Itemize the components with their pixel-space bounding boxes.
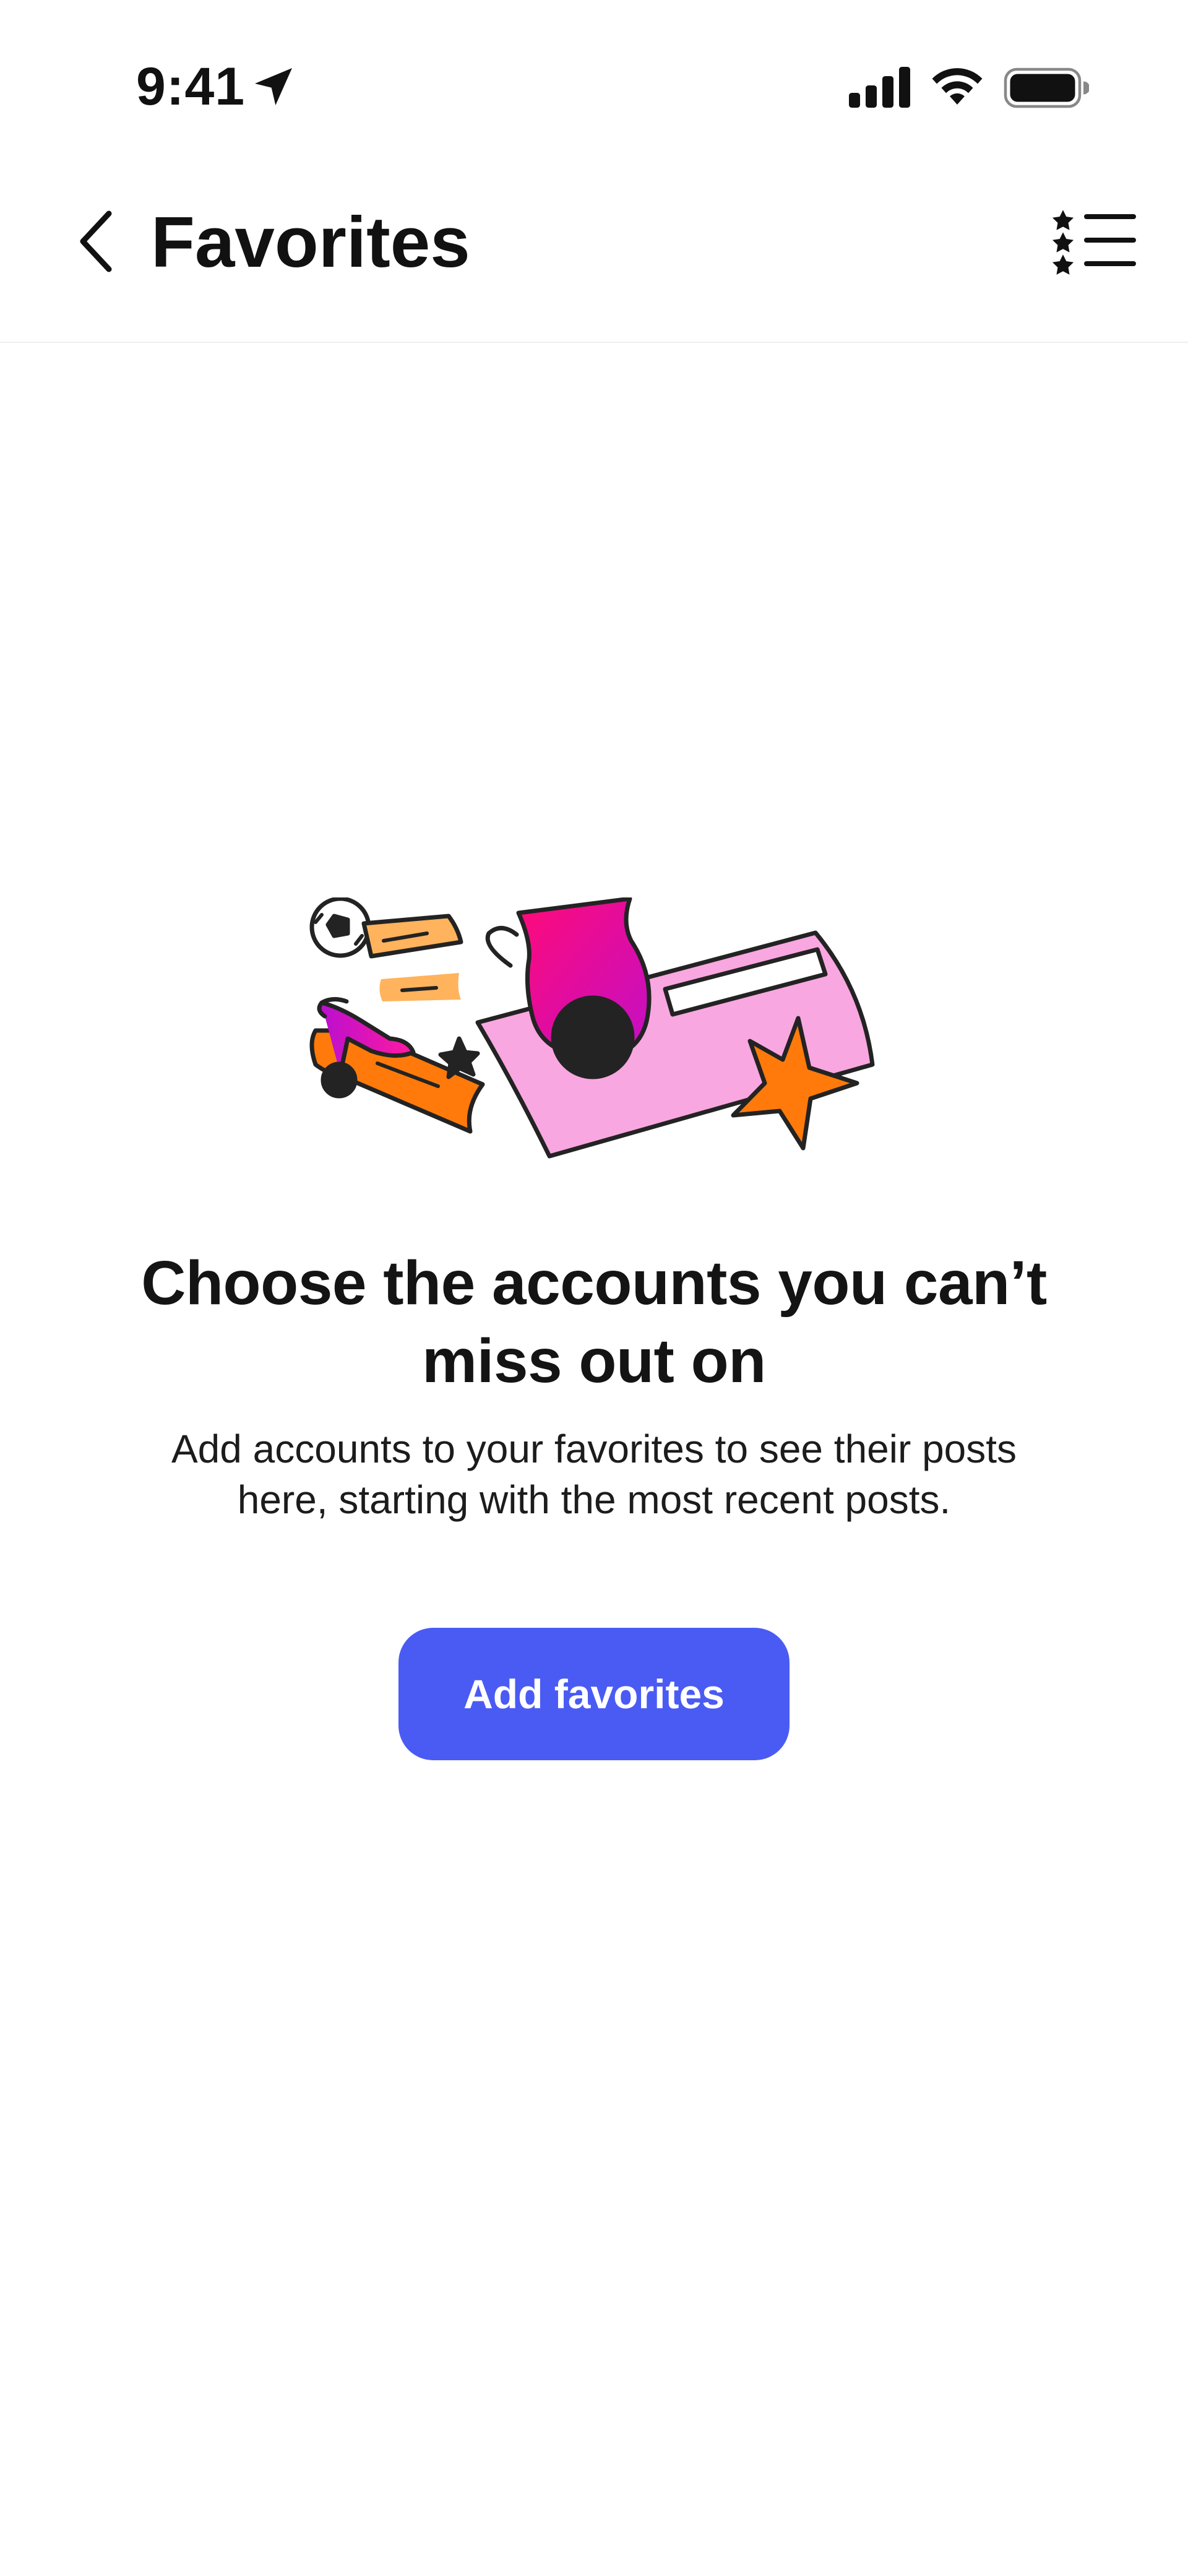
favorites-collage-illustration (309, 897, 875, 1159)
navigation-bar: Favorites (0, 149, 1188, 343)
location-arrow-icon (255, 68, 292, 105)
starred-list-icon[interactable] (1052, 204, 1138, 279)
page-title: Favorites (151, 202, 470, 282)
battery-icon (1004, 67, 1089, 108)
status-time: 9:41 (136, 57, 246, 116)
cellular-signal-icon (849, 67, 910, 108)
back-button[interactable] (68, 204, 124, 279)
add-favorites-button[interactable]: Add favorites (398, 1628, 790, 1760)
wifi-icon (932, 68, 983, 105)
empty-state-description: Add accounts to your favorites to see th… (171, 1427, 1017, 1522)
status-bar: 9:41 (0, 0, 1188, 142)
empty-state-headline: Choose the accounts you can’t miss out o… (141, 1248, 1047, 1396)
chevron-left-icon (80, 210, 112, 272)
